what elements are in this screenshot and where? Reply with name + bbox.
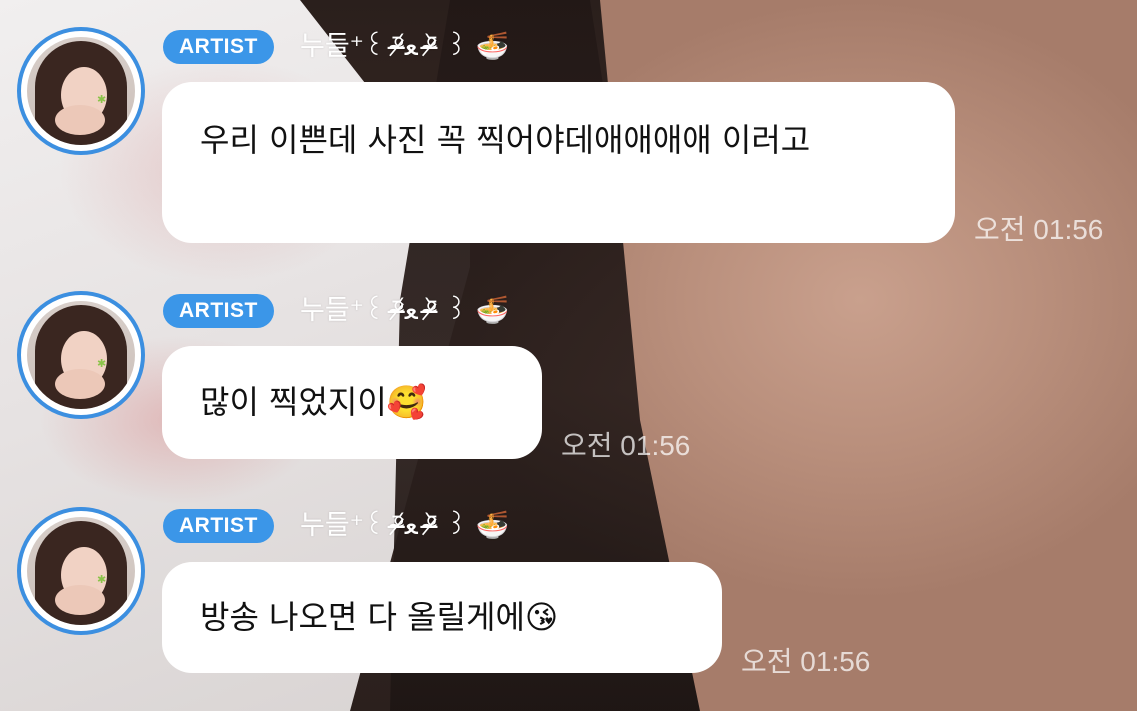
avatar[interactable]: ✱ [17,291,145,419]
message-bubble[interactable]: 방송 나오면 다 올릴게에😘 [162,562,722,673]
artist-badge: ARTIST [163,30,274,64]
message-text: 우리 이쁜데 사진 꼭 찍어야데애애애애 이러고 [200,121,811,159]
message-text: 많이 찍었지이🥰 [200,383,427,421]
message-time: 오전 01:56 [974,214,1104,245]
message-time: 오전 01:56 [741,646,871,677]
message-bubble[interactable]: 많이 찍었지이🥰 [162,346,542,459]
sender-name: 누들⁺꒰ ᵒ̴̶̷᷄ﻌ ᵒ̴̶̷᷅ ꒱ 🍜 [300,510,510,541]
avatar-photo: ✱ [27,37,135,145]
sender-name: 누들⁺꒰ ᵒ̴̶̷᷄ﻌ ᵒ̴̶̷᷅ ꒱ 🍜 [300,295,510,326]
message-text: 방송 나오면 다 올릴게에😘 [200,598,559,636]
avatar-photo: ✱ [27,517,135,625]
artist-badge: ARTIST [163,294,274,328]
avatar-photo: ✱ [27,301,135,409]
message-bubble[interactable]: 우리 이쁜데 사진 꼭 찍어야데애애애애 이러고 [162,82,955,243]
sender-name: 누들⁺꒰ ᵒ̴̶̷᷄ﻌ ᵒ̴̶̷᷅ ꒱ 🍜 [300,31,510,62]
avatar[interactable]: ✱ [17,507,145,635]
message-time: 오전 01:56 [561,430,691,461]
artist-badge: ARTIST [163,509,274,543]
avatar[interactable]: ✱ [17,27,145,155]
